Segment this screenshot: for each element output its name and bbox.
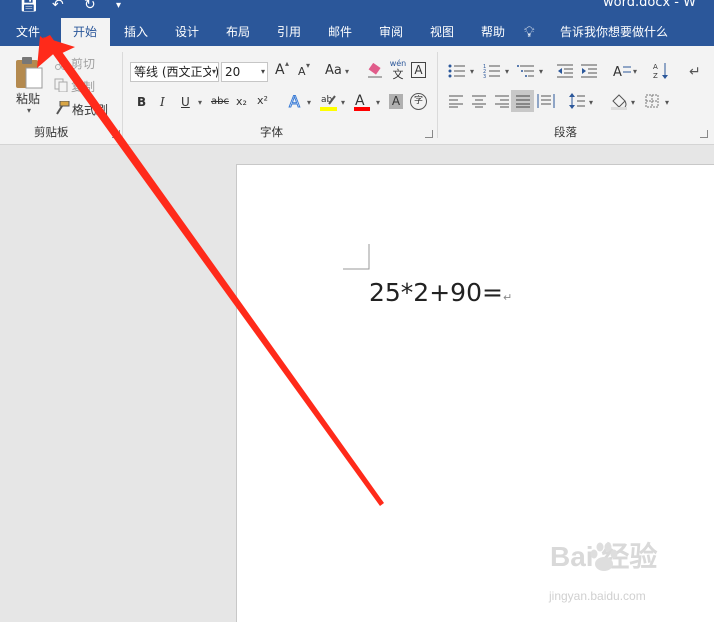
annotation-arrow — [37, 35, 384, 506]
